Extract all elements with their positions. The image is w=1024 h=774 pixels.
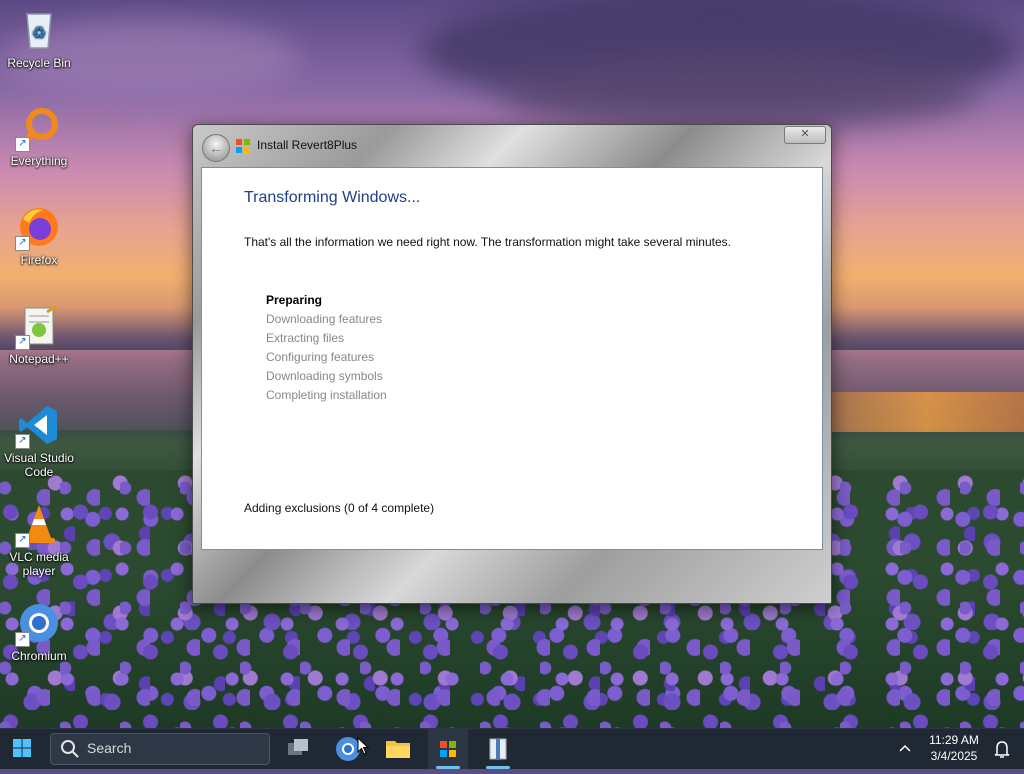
windows-logo-icon xyxy=(440,741,456,757)
taskbar: Search 11:29 AM 3/4/2025 xyxy=(0,728,1024,769)
close-button[interactable]: ✕ xyxy=(784,126,826,144)
shortcut-arrow-icon: ↗ xyxy=(15,236,30,251)
clock-date: 3/4/2025 xyxy=(930,749,978,763)
shortcut-arrow-icon: ↗ xyxy=(15,533,30,548)
desktop-icon-chromium[interactable]: ↗ Chromium xyxy=(0,601,78,663)
everything-icon: ↗ xyxy=(15,106,61,152)
shortcut-arrow-icon: ↗ xyxy=(15,632,30,647)
step-item: Configuring features xyxy=(266,350,375,364)
recycle-bin-icon: ♻ xyxy=(17,8,61,52)
folder-icon xyxy=(386,741,410,758)
clock-time: 11:29 AM xyxy=(929,733,979,747)
taskbar-file-explorer[interactable] xyxy=(378,729,418,769)
mouse-cursor-icon xyxy=(357,737,369,755)
desktop-icon-label: Firefox xyxy=(20,253,58,267)
start-button[interactable] xyxy=(2,729,42,769)
desktop-icon-label: Visual Studio Code xyxy=(4,451,74,479)
windows-start-icon xyxy=(13,739,31,757)
desktop-icon-visual-studio-code[interactable]: ↗ Visual Studio Code xyxy=(0,403,78,479)
window-title: Install Revert8Plus xyxy=(257,138,358,152)
page-title: Transforming Windows... xyxy=(244,189,421,206)
firefox-icon: ↗ xyxy=(15,205,61,251)
search-box[interactable]: Search xyxy=(50,733,270,765)
desktop-icon-recycle-bin[interactable]: ♻ Recycle Bin xyxy=(0,8,78,70)
taskbar-app[interactable] xyxy=(478,729,518,769)
clock[interactable]: 11:29 AM 3/4/2025 xyxy=(920,732,988,764)
vlc-cone-icon: ↗ xyxy=(15,502,61,548)
shortcut-arrow-icon: ↗ xyxy=(15,137,30,152)
chevron-up-icon xyxy=(899,744,911,752)
installer-window: ← Install Revert8Plus ✕ Transforming Win… xyxy=(192,124,832,604)
desktop-icon-label: Notepad++ xyxy=(9,352,69,366)
search-label: Search xyxy=(87,740,132,756)
step-item: Preparing xyxy=(266,293,323,307)
step-list: Preparing Downloading features Extractin… xyxy=(266,291,387,405)
tray-overflow-button[interactable] xyxy=(893,729,917,769)
installer-content: Transforming Windows... That's all the i… xyxy=(201,167,823,550)
task-view-icon xyxy=(288,739,308,755)
chromium-icon: ↗ xyxy=(15,601,61,647)
step-item: Downloading features xyxy=(266,312,383,326)
step-item: Completing installation xyxy=(266,388,387,402)
desktop-icon-label: VLC media player xyxy=(9,550,69,578)
windows-logo-icon xyxy=(235,138,251,154)
book-icon xyxy=(489,738,507,760)
desktop-icon-label: Everything xyxy=(10,154,68,168)
status-text: Adding exclusions (0 of 4 complete) xyxy=(244,501,435,515)
notifications-button[interactable] xyxy=(990,729,1014,769)
intro-text: That's all the information we need right… xyxy=(244,235,731,249)
taskbar-installer[interactable] xyxy=(428,729,468,769)
vscode-icon: ↗ xyxy=(15,403,61,449)
shortcut-arrow-icon: ↗ xyxy=(15,434,30,449)
desktop-icon-notepad-plus-plus[interactable]: ↗ Notepad++ xyxy=(0,304,78,366)
svg-text:♻: ♻ xyxy=(32,25,46,42)
window-titlebar[interactable]: ← Install Revert8Plus ✕ xyxy=(193,125,831,165)
shortcut-arrow-icon: ↗ xyxy=(15,335,30,350)
notepad-plus-plus-icon: ↗ xyxy=(15,304,61,350)
desktop-icon-vlc[interactable]: ↗ VLC media player xyxy=(0,502,78,578)
desktop-icon-label: Recycle Bin xyxy=(7,56,71,70)
step-item: Extracting files xyxy=(266,331,345,345)
search-icon xyxy=(61,740,79,758)
bell-icon xyxy=(994,741,1010,758)
desktop-icon-everything[interactable]: ↗ Everything xyxy=(0,106,78,168)
step-item: Downloading symbols xyxy=(266,369,383,383)
desktop-icon-firefox[interactable]: ↗ Firefox xyxy=(0,205,78,267)
back-arrow-icon[interactable]: ← xyxy=(202,134,230,162)
task-view-button[interactable] xyxy=(278,729,318,769)
desktop-icon-label: Chromium xyxy=(11,649,67,663)
